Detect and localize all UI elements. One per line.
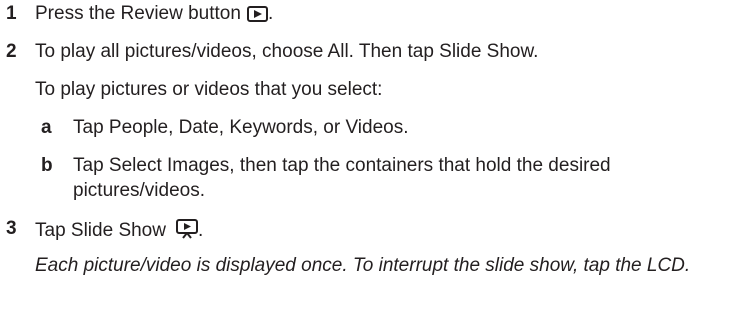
step-2-number: 2 <box>6 41 17 62</box>
substep-b-text-line1: Tap Select Images, then tap the containe… <box>73 155 611 176</box>
substep-a-text: Tap People, Date, Keywords, or Videos. <box>73 117 409 138</box>
step-3-period: . <box>197 220 204 241</box>
step-3-label: Tap Slide Show <box>35 220 166 241</box>
step-1-text: Press the Review button. <box>35 4 273 26</box>
step-1-number: 1 <box>6 3 17 24</box>
step-3-number: 3 <box>6 218 17 239</box>
step-3-note-text: Each picture/video is displayed once. To… <box>35 255 691 276</box>
step-2-sub-intro-text: To play pictures or videos that you sele… <box>35 79 383 100</box>
substep-b-text-line2: pictures/videos. <box>73 180 206 201</box>
step-1-period: . <box>267 3 274 24</box>
step-2-sub-intro: To play pictures or videos that you sele… <box>35 80 382 99</box>
substep-b-letter: b <box>41 155 53 176</box>
step-1-label: Press the Review button <box>35 3 241 24</box>
slide-show-icon <box>175 219 198 243</box>
step-3-note: Each picture/video is displayed once. To… <box>35 256 690 275</box>
step-3-text: Tap Slide Show. <box>35 219 203 243</box>
substep-a-letter: a <box>41 117 52 138</box>
review-play-icon <box>246 6 268 26</box>
step-2-text: To play all pictures/videos, choose All.… <box>35 41 539 62</box>
substep-b-continued: pictures/videos. <box>73 181 205 200</box>
